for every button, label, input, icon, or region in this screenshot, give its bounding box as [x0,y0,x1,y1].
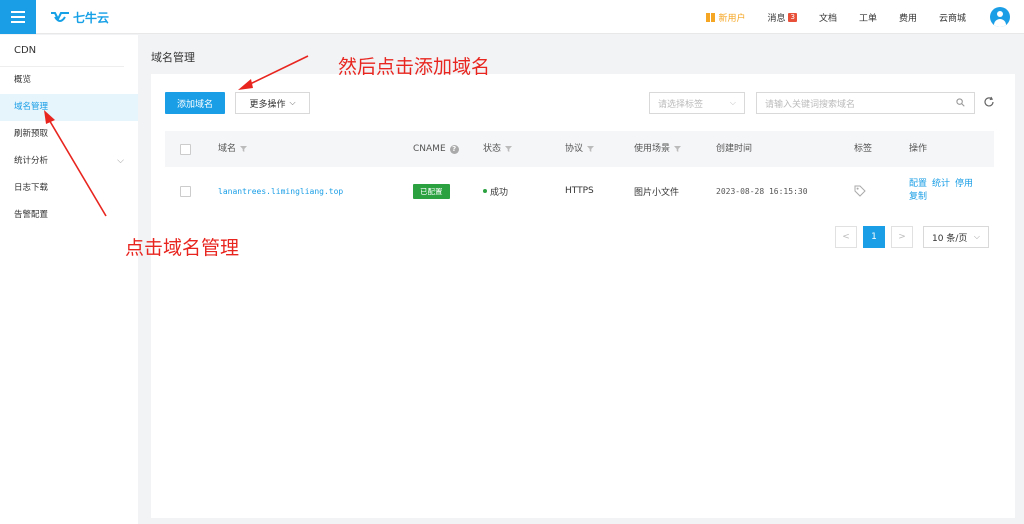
top-bar: 七牛云 新用户 消息 3 文档 工单 费用 云商城 [0,0,1024,34]
tag-select-placeholder: 请选择标签 [658,99,704,110]
select-all-cell [180,131,191,167]
help-icon[interactable]: ? [449,144,459,154]
sidebar-item-overview[interactable]: 概览 [0,67,138,94]
domain-link[interactable]: lanantrees.limingliang.top [218,167,343,215]
disable-link[interactable]: 停用 [955,179,973,189]
annotation-domain-management: 点击域名管理 [125,237,240,259]
sidebar: CDN 概览 域名管理 刷新预取 统计分析 ⌵ 日志下载 告警配置 [0,35,138,524]
domain-list-card: 添加域名 更多操作 ⌵ 请选择标签 ⌵ 请输入关键词搜索域名 域名 CNAME … [151,74,1015,518]
new-user-label: 新用户 [718,13,746,24]
logo-text: 七牛云 [73,11,110,25]
search-placeholder: 请输入关键词搜索域名 [765,99,856,110]
sidebar-item-statistics-label: 统计分析 [14,156,49,166]
prev-page-button[interactable]: < [835,226,857,248]
page-size-select[interactable]: 10 条/页 ⌵ [923,226,989,248]
page-1-button[interactable]: 1 [863,226,885,248]
qiniu-logo-icon [51,11,69,22]
more-actions-label: 更多操作 [249,99,286,110]
header-created: 创建时间 [716,144,753,154]
actions-cell: 配置 统计 停用 复制 [909,167,989,215]
tag-select[interactable]: 请选择标签 ⌵ [649,92,745,114]
chevron-down-icon: ⌵ [289,98,296,107]
sidebar-item-log-download[interactable]: 日志下载 [0,175,138,202]
sidebar-item-refresh-prefetch[interactable]: 刷新预取 [0,121,138,148]
page-size-label: 10 条/页 [932,233,968,244]
status-cell: 成功 [483,167,508,215]
filter-icon[interactable] [587,146,595,152]
search-icon[interactable] [956,98,965,107]
user-avatar-icon[interactable] [990,7,1010,27]
copy-link[interactable]: 复制 [909,192,927,202]
statistics-link[interactable]: 统计 [932,179,950,189]
more-actions-dropdown[interactable]: 更多操作 ⌵ [235,92,310,114]
messages-badge: 3 [788,12,797,22]
header-domain: 域名 [218,131,248,167]
filter-icon[interactable] [674,146,682,152]
sidebar-item-domain-management[interactable]: 域名管理 [0,94,138,121]
row-select-cell [180,167,191,215]
new-user-link[interactable]: 新用户 [706,11,745,24]
tag-cell [854,167,866,215]
docs-link[interactable]: 文档 [819,11,837,24]
chevron-down-icon: ⌵ [117,156,124,166]
tickets-link[interactable]: 工单 [859,11,877,24]
success-dot-icon [483,189,487,193]
annotation-add-domain: 然后点击添加域名 [338,56,491,78]
sidebar-item-alert-config[interactable]: 告警配置 [0,202,138,229]
header-domain-label: 域名 [218,144,237,154]
cname-cell: 已配置 [413,167,450,215]
header-status-label: 状态 [483,144,502,154]
hamburger-menu-button[interactable] [0,0,36,34]
header-actions: 操作 [909,144,928,154]
select-all-checkbox[interactable] [180,143,191,155]
protocol-cell: HTTPS [565,186,594,196]
chevron-down-icon: ⌵ [729,98,736,107]
marketplace-link[interactable]: 云商城 [939,11,966,24]
sidebar-item-statistics[interactable]: 统计分析 ⌵ [0,148,138,175]
billing-link[interactable]: 费用 [899,11,917,24]
tag-icon[interactable] [854,185,866,197]
logo[interactable]: 七牛云 [50,9,109,26]
cname-status-badge: 已配置 [413,183,450,199]
header-protocol-label: 协议 [565,144,584,154]
page-title: 域名管理 [151,51,195,64]
top-nav: 新用户 消息 3 文档 工单 费用 云商城 [706,0,1010,34]
table-row: lanantrees.limingliang.top 已配置 成功 HTTPS … [165,167,994,215]
domain-search-input[interactable]: 请输入关键词搜索域名 [756,92,975,114]
filter-icon[interactable] [240,146,248,152]
header-scene-label: 使用场景 [634,144,671,154]
messages-link[interactable]: 消息 3 [767,11,797,24]
table-header: 域名 CNAME ? 状态 协议 使用场景 创建时间 标签 操作 [165,131,994,167]
row-checkbox[interactable] [180,185,191,197]
status-label: 成功 [490,187,509,198]
sidebar-title: CDN [0,35,124,67]
chevron-down-icon: ⌵ [973,232,980,241]
header-protocol: 协议 [565,131,595,167]
header-status: 状态 [483,131,513,167]
created-cell: 2023-08-28 16:15:30 [716,186,808,196]
add-domain-button[interactable]: 添加域名 [165,92,225,114]
header-cname-label: CNAME [413,144,446,154]
header-cname: CNAME ? [413,131,459,167]
next-page-button[interactable]: > [891,226,913,248]
messages-label: 消息 [767,13,786,24]
gift-icon [706,12,716,22]
hamburger-icon [11,16,25,18]
configure-link[interactable]: 配置 [909,179,927,189]
header-tag: 标签 [854,144,873,154]
filter-icon[interactable] [505,146,513,152]
header-scene: 使用场景 [634,131,682,167]
scene-cell: 图片小文件 [634,187,680,198]
refresh-icon[interactable] [983,96,995,108]
